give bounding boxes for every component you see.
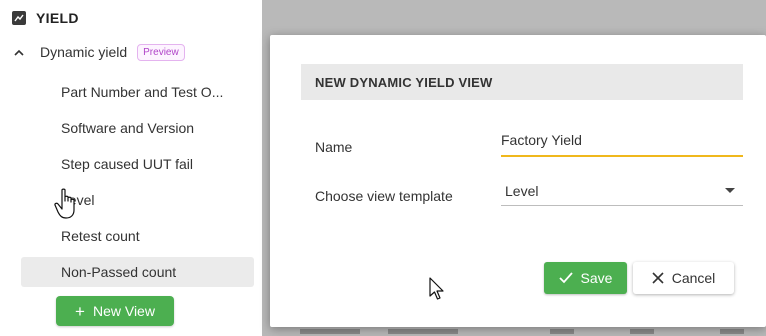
yield-section-header[interactable]: YIELD [12,8,79,28]
nav-item-label: Non-Passed count [61,264,177,280]
close-icon [652,272,664,284]
name-field-wrapper [501,125,743,157]
plus-icon: + [75,301,85,321]
new-view-button[interactable]: + New View [56,296,174,326]
save-label: Save [580,270,613,286]
yield-chart-icon [12,11,26,25]
dynamic-yield-group[interactable]: Dynamic yield Preview [12,41,185,63]
nav-item-non-passed-count[interactable]: Non-Passed count [21,257,254,287]
nav-item-label: Retest count [61,228,140,244]
section-title: YIELD [36,10,79,26]
template-label: Choose view template [315,188,453,204]
check-icon [558,272,573,284]
name-label: Name [315,139,353,155]
cancel-button[interactable]: Cancel [633,262,734,294]
nav-item-label: Part Number and Test O... [61,84,224,100]
chevron-up-icon[interactable] [12,45,26,59]
nav-item-step-caused-fail[interactable]: Step caused UUT fail [21,149,254,179]
nav-item-software-version[interactable]: Software and Version [21,113,254,143]
caret-down-icon [725,188,735,193]
preview-badge: Preview [137,43,185,61]
dialog-title-bar: NEW DYNAMIC YIELD VIEW [301,64,743,100]
background-table-row [300,329,744,334]
nav-item-retest-count[interactable]: Retest count [21,221,254,251]
template-select[interactable]: Level [501,176,743,206]
dialog-title: NEW DYNAMIC YIELD VIEW [315,74,493,90]
name-input[interactable] [501,125,743,155]
cancel-label: Cancel [671,270,716,286]
nav-item-label: Step caused UUT fail [61,156,194,172]
new-view-label: New View [92,303,155,319]
arrow-pointer-cursor-icon [429,277,444,300]
hand-pointer-cursor-icon [54,188,75,219]
nav-item-part-number[interactable]: Part Number and Test O... [21,77,254,107]
save-button[interactable]: Save [544,262,627,294]
sidebar: YIELD Dynamic yield Preview Part Number … [0,0,262,336]
template-select-value: Level [505,182,539,199]
new-view-dialog: NEW DYNAMIC YIELD VIEW Name Choose view … [270,35,766,327]
group-label: Dynamic yield [40,44,128,60]
nav-item-label: Software and Version [61,120,195,136]
